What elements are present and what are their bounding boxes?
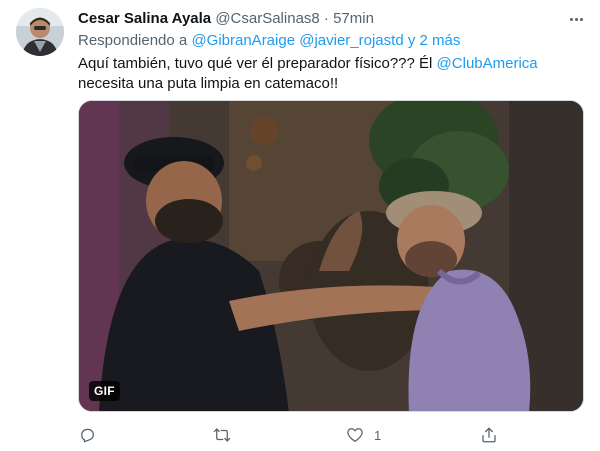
tweet-text: Aquí también, tuvo qué ver él preparador… bbox=[78, 54, 578, 94]
reply-icon bbox=[81, 428, 95, 443]
heart-icon bbox=[347, 428, 363, 443]
avatar[interactable] bbox=[16, 8, 64, 56]
tweet-header: Cesar Salina Ayala @CsarSalinas8 · 57min bbox=[78, 9, 374, 29]
like-button[interactable]: 1 bbox=[346, 424, 381, 446]
share-button[interactable] bbox=[480, 424, 498, 446]
reply-prefix: Respondiendo a bbox=[78, 32, 188, 49]
share-icon bbox=[482, 427, 496, 443]
tweet-text-part2: necesita una puta limpia en catemaco!! bbox=[78, 75, 339, 92]
reply-mention-2[interactable]: @javier_rojastd bbox=[299, 32, 403, 49]
gif-badge: GIF bbox=[89, 381, 120, 401]
tweet-mention[interactable]: @ClubAmerica bbox=[437, 55, 538, 72]
retweet-button[interactable] bbox=[212, 424, 232, 446]
reply-more-link[interactable]: y 2 más bbox=[408, 32, 461, 49]
like-count: 1 bbox=[374, 427, 382, 443]
avatar-image bbox=[16, 8, 64, 56]
tweet-text-part1: Aquí también, tuvo qué ver él preparador… bbox=[78, 55, 437, 72]
replying-to: Respondiendo a @GibranAraige @javier_roj… bbox=[78, 31, 460, 51]
more-icon[interactable] bbox=[566, 9, 586, 29]
separator-dot: · bbox=[323, 10, 329, 27]
gif-frame bbox=[79, 101, 583, 411]
user-handle[interactable]: @CsarSalinas8 bbox=[215, 10, 319, 27]
timestamp[interactable]: 57min bbox=[333, 10, 374, 27]
tweet-actions: 1 bbox=[78, 424, 508, 446]
display-name[interactable]: Cesar Salina Ayala bbox=[78, 10, 211, 27]
retweet-icon bbox=[213, 428, 231, 442]
reply-mention-1[interactable]: @GibranAraige bbox=[191, 32, 295, 49]
gif-media[interactable]: GIF bbox=[78, 100, 584, 412]
reply-button[interactable] bbox=[78, 424, 96, 446]
